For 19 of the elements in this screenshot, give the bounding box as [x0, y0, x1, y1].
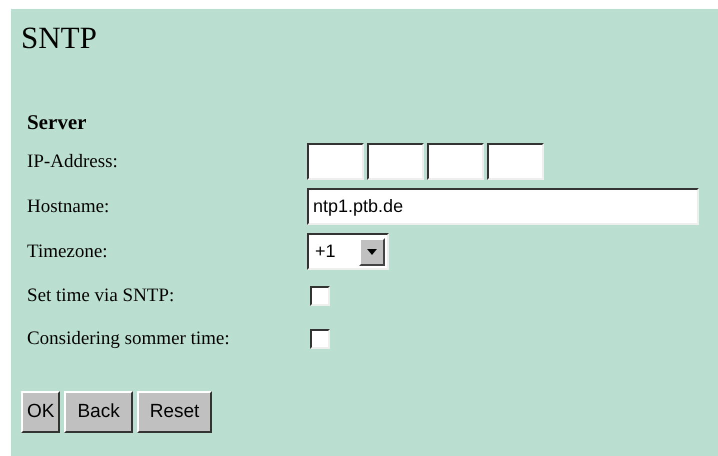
checkbox[interactable]: [310, 328, 330, 349]
field-label: Hostname:: [27, 194, 110, 219]
form-button[interactable]: OK: [21, 391, 60, 434]
timezone-dropdown[interactable]: +1: [307, 233, 389, 270]
field-label: IP-Address:: [27, 150, 119, 174]
ip-octet-field[interactable]: [307, 143, 364, 180]
form-button[interactable]: Reset: [136, 391, 212, 434]
field-label: Set time via SNTP:: [27, 284, 176, 308]
ip-octet-field[interactable]: [367, 143, 424, 180]
ip-octet-field[interactable]: [427, 143, 484, 180]
page-title: SNTP: [21, 19, 98, 56]
checkbox[interactable]: [310, 286, 330, 306]
hostname-field[interactable]: ntp1.ptb.de: [307, 188, 699, 226]
field-label: Considering sommer time:: [27, 326, 231, 351]
dropdown-arrow-icon: [367, 248, 377, 255]
field-label: Timezone:: [27, 240, 109, 264]
section-heading: Server: [27, 110, 88, 136]
form-button[interactable]: Back: [64, 391, 133, 434]
ip-octet-field[interactable]: [487, 143, 544, 180]
